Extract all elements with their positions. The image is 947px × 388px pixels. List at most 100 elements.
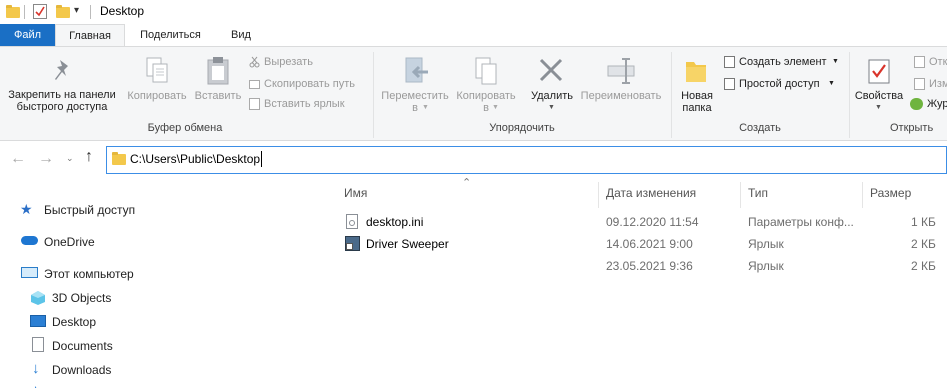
shortcut-app-icon bbox=[345, 236, 360, 251]
new-item-icon bbox=[724, 56, 735, 68]
paste-label: Вставить bbox=[194, 90, 242, 102]
rename-label: Переименовать bbox=[580, 90, 662, 102]
forward-arrow-icon[interactable]: → bbox=[38, 150, 54, 168]
column-divider bbox=[598, 182, 599, 208]
copy-path-label: Скопировать путь bbox=[264, 78, 355, 90]
file-date: 14.06.2021 9:00 bbox=[606, 237, 693, 251]
table-row[interactable]: desktop.ini 09.12.2020 11:54 Параметры к… bbox=[338, 212, 947, 232]
nav-item-downloads[interactable]: ↓ Downloads bbox=[30, 360, 200, 379]
copy-to-button[interactable]: Копировать в ▼ bbox=[452, 54, 520, 118]
pin-label-line2: быстрого доступа bbox=[16, 101, 108, 113]
download-arrow-icon: ↓ bbox=[32, 360, 40, 377]
easy-access-button[interactable]: Простой доступ ▼ bbox=[724, 76, 844, 92]
paste-icon bbox=[206, 56, 230, 89]
column-header-name[interactable]: Имя bbox=[344, 186, 367, 200]
column-divider bbox=[862, 182, 863, 208]
sort-up-chevron-icon: ⌃ bbox=[462, 177, 472, 189]
chevron-down-icon: ▼ bbox=[832, 58, 839, 65]
table-row[interactable]: 23.05.2021 9:36 Ярлык 2 КБ bbox=[338, 256, 947, 276]
paste-shortcut-button[interactable]: Вставить ярлык bbox=[249, 96, 359, 112]
pin-quick-access-button[interactable]: Закрепить на панели быстрого доступа bbox=[4, 54, 120, 118]
paste-shortcut-label: Вставить ярлык bbox=[264, 98, 345, 110]
move-to-button[interactable]: Переместить в ▼ bbox=[378, 54, 452, 118]
column-header-type[interactable]: Тип bbox=[748, 186, 768, 200]
rename-button[interactable]: Переименовать bbox=[578, 54, 664, 118]
copy-icon bbox=[145, 56, 169, 87]
group-divider bbox=[849, 52, 850, 138]
nav-item-partial: ♪ bbox=[32, 382, 46, 388]
nav-item-3d-objects[interactable]: 3D Objects bbox=[30, 289, 200, 307]
move-icon bbox=[402, 56, 430, 89]
new-item-button[interactable]: Создать элемент ▼ bbox=[724, 54, 844, 70]
star-icon: ★ bbox=[20, 201, 33, 217]
copy-path-button[interactable]: Скопировать путь bbox=[249, 76, 369, 92]
ribbon-tabs: Файл Главная Поделиться Вид bbox=[0, 24, 947, 47]
nav-label: 3D Objects bbox=[52, 291, 112, 305]
paste-button[interactable]: Вставить bbox=[192, 54, 244, 118]
copy-to-label-2: в bbox=[483, 102, 489, 114]
table-row[interactable]: Driver Sweeper 14.06.2021 9:00 Ярлык 2 К… bbox=[338, 234, 947, 254]
nav-label: Desktop bbox=[52, 315, 97, 329]
copy-to-label: Копировать bbox=[456, 90, 516, 102]
file-type: Параметры конф... bbox=[748, 215, 854, 229]
copy-path-icon bbox=[249, 80, 260, 89]
nav-item-onedrive[interactable]: OneDrive bbox=[20, 233, 200, 251]
nav-item-documents[interactable]: Documents bbox=[30, 337, 200, 355]
edit-label: Изм bbox=[929, 78, 947, 90]
nav-item-this-pc[interactable]: Этот компьютер bbox=[20, 265, 200, 283]
properties-button[interactable]: Свойства ▼ bbox=[852, 54, 906, 118]
divider bbox=[90, 5, 91, 19]
properties-label: Свойства bbox=[854, 90, 904, 102]
create-group-label: Создать bbox=[739, 122, 781, 134]
rename-icon bbox=[606, 57, 636, 88]
open-icon bbox=[914, 56, 925, 68]
tab-home[interactable]: Главная bbox=[55, 24, 125, 47]
tab-share[interactable]: Поделиться bbox=[128, 24, 213, 46]
chevron-down-icon: ▼ bbox=[422, 104, 429, 111]
delete-x-icon bbox=[538, 57, 564, 86]
recent-locations-chevron-icon[interactable]: ⌄ bbox=[66, 153, 74, 164]
chevron-down-icon: ▼ bbox=[828, 80, 835, 87]
tab-view[interactable]: Вид bbox=[216, 24, 266, 46]
new-folder-label-2: папка bbox=[682, 102, 712, 114]
easy-access-icon bbox=[724, 78, 735, 90]
column-header-size[interactable]: Размер bbox=[870, 186, 911, 200]
open-group-label: Открыть bbox=[890, 122, 934, 134]
move-to-label-2: в bbox=[412, 102, 418, 114]
new-folder-button[interactable]: Новая папка bbox=[676, 54, 718, 118]
column-header-date[interactable]: Дата изменения bbox=[606, 186, 696, 200]
tab-file[interactable]: Файл bbox=[0, 24, 55, 46]
move-to-label: Переместить bbox=[381, 90, 449, 102]
delete-label: Удалить bbox=[531, 90, 573, 102]
music-icon: ♪ bbox=[32, 382, 38, 388]
cut-label: Вырезать bbox=[264, 56, 313, 68]
copy-button[interactable]: Копировать bbox=[124, 54, 190, 118]
nav-item-desktop[interactable]: Desktop bbox=[30, 313, 200, 331]
copy-to-icon bbox=[472, 56, 500, 89]
new-item-label: Создать элемент bbox=[739, 56, 827, 68]
properties-quick-icon[interactable] bbox=[33, 4, 47, 19]
cut-button[interactable]: Вырезать bbox=[249, 54, 359, 70]
file-size: 2 КБ bbox=[911, 237, 936, 251]
open-label: Отк bbox=[929, 56, 947, 68]
nav-label: Этот компьютер bbox=[44, 267, 134, 281]
clipboard-group-label: Буфер обмена bbox=[147, 122, 223, 134]
nav-item-quick-access[interactable]: ★ Быстрый доступ bbox=[20, 201, 200, 219]
title-bar: ▾ Desktop bbox=[0, 0, 947, 24]
up-arrow-icon[interactable]: ↑ bbox=[85, 148, 93, 166]
open-button[interactable]: Отк bbox=[914, 54, 947, 70]
nav-label: Downloads bbox=[52, 363, 112, 377]
history-icon bbox=[910, 98, 923, 110]
edit-button[interactable]: Изм bbox=[914, 76, 947, 92]
history-button[interactable]: Жур bbox=[910, 96, 947, 112]
column-divider bbox=[740, 182, 741, 208]
quick-access-dropdown-icon[interactable]: ▾ bbox=[74, 5, 79, 16]
new-folder-quick-icon[interactable] bbox=[56, 5, 70, 18]
back-arrow-icon[interactable]: ← bbox=[10, 150, 26, 168]
file-size: 2 КБ bbox=[911, 259, 936, 273]
nav-pane-scrollbar[interactable] bbox=[325, 182, 333, 388]
folder-icon bbox=[112, 152, 126, 165]
folder-icon bbox=[6, 5, 20, 18]
delete-button[interactable]: Удалить ▼ bbox=[526, 54, 578, 118]
address-path[interactable]: C:\Users\Public\Desktop bbox=[130, 152, 260, 166]
